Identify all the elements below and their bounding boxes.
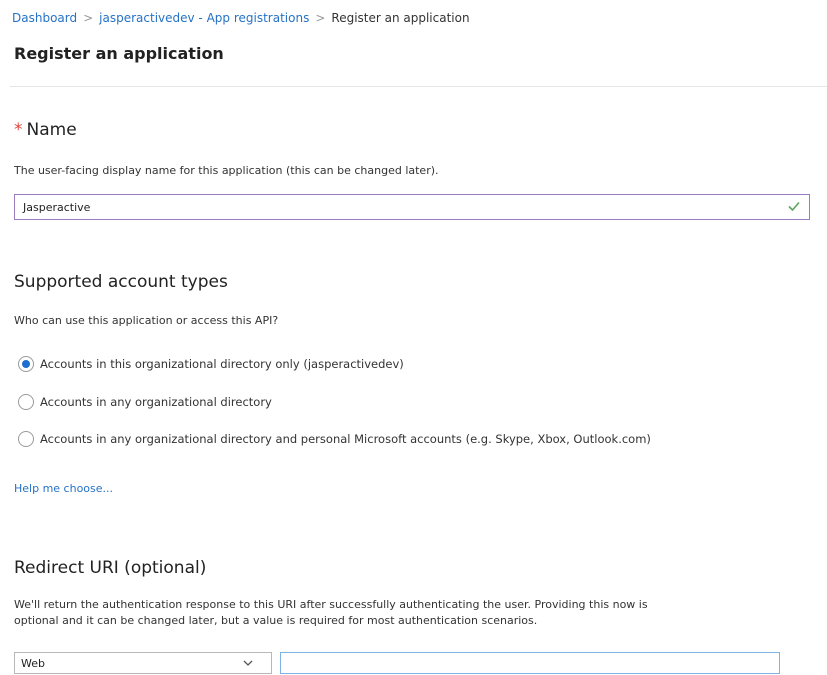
page-title: Register an application — [14, 44, 224, 63]
check-icon — [788, 201, 800, 212]
account-option-multi-tenant[interactable]: Accounts in any organizational directory — [18, 394, 272, 410]
radio-button[interactable] — [18, 394, 34, 410]
required-marker: * — [14, 120, 23, 140]
redirect-uri-input[interactable] — [280, 652, 780, 674]
chevron-down-icon — [243, 660, 253, 666]
account-option-label: Accounts in any organizational directory… — [40, 432, 651, 446]
platform-select-value: Web — [21, 656, 45, 670]
platform-select[interactable]: Web — [14, 652, 272, 674]
breadcrumb-current: Register an application — [331, 11, 470, 25]
redirect-description-line1: We'll return the authentication response… — [14, 598, 648, 611]
redirect-description-line2: optional and it can be changed later, bu… — [14, 614, 538, 627]
breadcrumb-separator: > — [315, 11, 326, 25]
name-label: Name — [26, 120, 77, 140]
breadcrumb-dashboard[interactable]: Dashboard — [12, 11, 77, 25]
account-types-title: Supported account types — [14, 272, 228, 292]
breadcrumb-separator: > — [83, 11, 94, 25]
name-description: The user-facing display name for this ap… — [14, 164, 439, 177]
breadcrumb: Dashboard > jasperactivedev - App registra… — [12, 11, 470, 25]
name-input[interactable]: Jasperactive — [14, 194, 810, 220]
redirect-uri-title: Redirect URI (optional) — [14, 558, 207, 578]
name-input-value: Jasperactive — [23, 200, 91, 214]
radio-button[interactable] — [18, 431, 34, 447]
radio-button[interactable] — [18, 356, 34, 372]
help-me-choose-link[interactable]: Help me choose... — [14, 482, 113, 495]
account-option-label: Accounts in this organizational director… — [40, 357, 404, 371]
account-option-single-tenant[interactable]: Accounts in this organizational director… — [18, 356, 404, 372]
account-option-label: Accounts in any organizational directory — [40, 395, 272, 409]
header-divider — [10, 86, 827, 87]
breadcrumb-app-registrations[interactable]: jasperactivedev - App registrations — [99, 11, 309, 25]
account-types-question: Who can use this application or access t… — [14, 314, 279, 327]
account-option-multi-tenant-personal[interactable]: Accounts in any organizational directory… — [18, 431, 651, 447]
name-section-title: * Name — [14, 120, 77, 140]
